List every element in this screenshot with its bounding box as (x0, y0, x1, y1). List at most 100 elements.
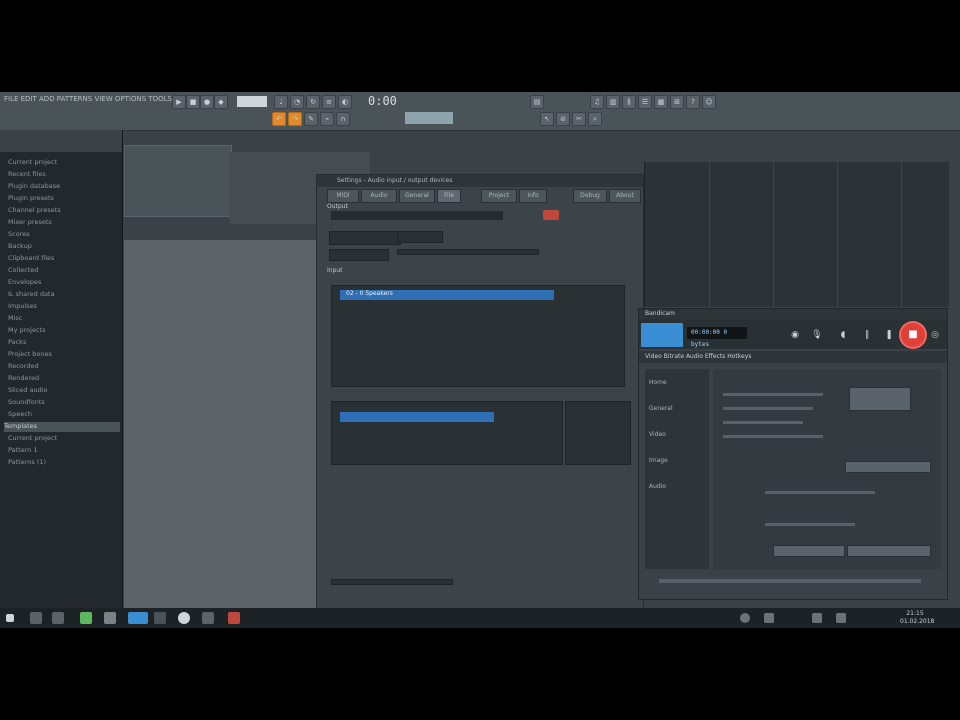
settings-slider[interactable] (331, 579, 453, 585)
redo-icon[interactable]: ↷ (288, 112, 302, 126)
countdown-icon[interactable]: ◔ (290, 95, 304, 109)
rec-side-home[interactable]: Home (649, 379, 667, 386)
browser-item[interactable]: Plugin database (8, 182, 118, 192)
browser-item[interactable]: Pattern 1 (8, 446, 118, 456)
loop-icon[interactable]: ↻ (306, 95, 320, 109)
tab-project[interactable]: Project (481, 189, 517, 203)
tab-midi[interactable]: MIDI (327, 189, 359, 203)
output-device-field[interactable] (331, 211, 503, 220)
explorer-icon[interactable] (104, 612, 116, 624)
browser-item[interactable]: Project bones (8, 350, 118, 360)
main-menu[interactable]: FILE EDIT ADD PATTERNS VIEW OPTIONS TOOL… (4, 95, 178, 107)
browser-item[interactable]: Envelopes (8, 278, 118, 288)
network-icon[interactable] (812, 613, 822, 623)
blend-icon[interactable]: ◐ (338, 95, 352, 109)
play-icon[interactable]: ▶ (172, 95, 186, 109)
account-icon[interactable]: ☺ (702, 95, 716, 109)
brush-icon[interactable]: ⌁ (320, 112, 334, 126)
channel-rack[interactable] (124, 145, 232, 217)
browser-item[interactable]: Packs (8, 338, 118, 348)
browser-item[interactable]: Scores (8, 230, 118, 240)
mixer-input-selected[interactable] (340, 412, 494, 422)
browser-item[interactable]: Recorded (8, 362, 118, 372)
tab-info[interactable]: Info (519, 189, 547, 203)
tab-file[interactable]: File (437, 189, 461, 203)
monitor-icon[interactable] (641, 323, 683, 347)
browser-item[interactable]: Plugin presets (8, 194, 118, 204)
slice-icon[interactable]: ✂ (572, 112, 586, 126)
input-list-selected[interactable]: 02 - 0 Speakers (340, 290, 554, 300)
mixer-input-list[interactable] (331, 401, 563, 465)
webcam-icon[interactable]: ◉ (789, 329, 801, 341)
pip-icon[interactable]: ❚ (883, 329, 895, 341)
pause-icon[interactable]: ∥ (861, 329, 873, 341)
browser-item[interactable]: IL shared data (8, 290, 118, 300)
plugin-icon[interactable]: ⊞ (670, 95, 684, 109)
tab-audio[interactable]: Audio (361, 189, 397, 203)
playlist-icon[interactable]: ☰ (638, 95, 652, 109)
help-icon[interactable]: ? (686, 95, 700, 109)
volume-icon[interactable] (836, 613, 846, 623)
settings-title[interactable]: Settings - Audio input / output devices (317, 175, 643, 187)
browser-item[interactable]: Impulses (8, 302, 118, 312)
mute-icon[interactable]: ⊘ (556, 112, 570, 126)
output-status-button[interactable] (543, 210, 559, 220)
pencil-icon[interactable]: ✎ (304, 112, 318, 126)
browser-item[interactable]: Patterns (1) (8, 458, 118, 468)
browser-item[interactable]: Soundfonts (8, 398, 118, 408)
record-button[interactable]: ■ (901, 323, 925, 347)
browser-item[interactable]: Backup (8, 242, 118, 252)
browser-item[interactable]: My projects (8, 326, 118, 336)
arrow-icon[interactable]: ↖ (540, 112, 554, 126)
tab-debug[interactable]: Debug (573, 189, 607, 203)
browser-item[interactable]: Templates (4, 422, 120, 432)
search-icon[interactable] (30, 612, 42, 624)
metronome-icon[interactable]: ♩ (274, 95, 288, 109)
buffer-length-field[interactable] (329, 231, 401, 245)
rec-side-general[interactable]: General (649, 405, 673, 412)
browser-item[interactable]: Speech (8, 410, 118, 420)
app-taskbar-icon[interactable] (154, 612, 166, 624)
browser-item[interactable]: Sliced audio (8, 386, 118, 396)
rec-side-video[interactable]: Video (649, 431, 666, 438)
settings-button[interactable] (773, 545, 845, 557)
recorder-title[interactable]: Bandicam (639, 309, 947, 319)
latency-slider[interactable] (397, 249, 539, 255)
snap-selector[interactable] (405, 112, 453, 124)
input-device-list[interactable]: 02 - 0 Speakers (331, 285, 625, 387)
recorder-tabs[interactable]: Video Bitrate Audio Effects Hotkeys (639, 351, 947, 363)
pattern-icon[interactable]: ◆ (214, 95, 228, 109)
mixer-icon[interactable]: ⫼ (622, 95, 636, 109)
browser-item[interactable]: Recent files (8, 170, 118, 180)
sample-rate-field[interactable] (329, 249, 389, 261)
vpn-icon[interactable] (178, 612, 190, 624)
stop-icon[interactable]: ■ (186, 95, 200, 109)
browser-item[interactable]: Current project (8, 434, 118, 444)
buffer-button[interactable] (397, 231, 443, 243)
browser-item[interactable]: Misc (8, 314, 118, 324)
microphone-icon[interactable]: 🎙 (811, 329, 823, 341)
start-icon[interactable] (6, 614, 14, 622)
tray-icon[interactable] (740, 613, 750, 623)
channel-rack-icon[interactable]: ▥ (606, 95, 620, 109)
browser-item[interactable]: Current project (8, 158, 118, 168)
folder-icon[interactable] (202, 612, 214, 624)
magnet-icon[interactable]: ∩ (336, 112, 350, 126)
speaker-icon[interactable]: ◖ (837, 329, 849, 341)
browser-icon[interactable]: ▦ (654, 95, 668, 109)
advanced-button[interactable] (845, 461, 931, 473)
tab-general[interactable]: General (399, 189, 435, 203)
recorder-taskbar-icon[interactable] (228, 612, 240, 624)
presets-button[interactable] (847, 545, 931, 557)
hotkey-box[interactable] (849, 387, 911, 411)
camera-icon[interactable]: ◎ (929, 329, 941, 341)
record-icon[interactable]: ● (200, 95, 214, 109)
zoom-icon[interactable]: ⌕ (588, 112, 602, 126)
tempo-display[interactable] (237, 96, 267, 107)
browser-item[interactable]: Mixer presets (8, 218, 118, 228)
browser-item[interactable]: Channel presets (8, 206, 118, 216)
step-icon[interactable]: ≡ (322, 95, 336, 109)
task-view-icon[interactable] (52, 612, 64, 624)
recorder-slider[interactable] (659, 579, 921, 583)
playlist-grid[interactable] (644, 162, 949, 307)
